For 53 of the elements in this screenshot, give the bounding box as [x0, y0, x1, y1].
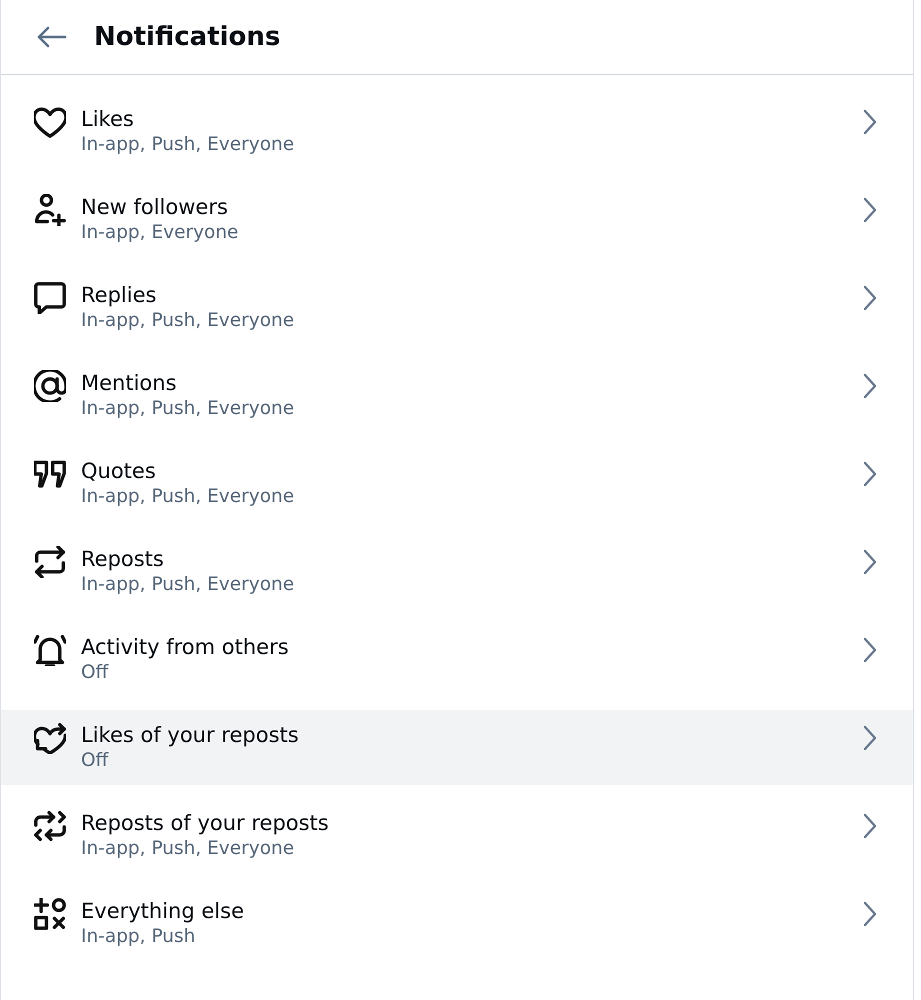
heart-icon [34, 106, 66, 138]
chevron-right-icon [863, 901, 877, 927]
notification-setting-item[interactable]: Likes of your reposts Off [1, 710, 913, 785]
chevron-right-icon [863, 373, 877, 399]
notification-setting-item[interactable]: New followers In-app, Everyone [1, 182, 913, 257]
setting-summary: In-app, Push, Everyone [81, 573, 296, 597]
chevron-right-icon [863, 461, 877, 487]
chevron-right-icon [863, 725, 877, 751]
chevron-right-icon [863, 637, 877, 663]
chevron-right-icon [863, 549, 877, 575]
setting-title: New followers [81, 194, 229, 220]
setting-summary: In-app, Push, Everyone [81, 485, 296, 509]
chevron-right-icon [863, 109, 877, 135]
setting-summary: In-app, Everyone [81, 221, 240, 245]
bell-icon [34, 634, 66, 666]
shapes-grid-icon [34, 898, 66, 930]
page-title: Notifications [94, 22, 280, 52]
notification-setting-item[interactable]: Quotes In-app, Push, Everyone [1, 446, 913, 521]
double-repost-icon [34, 810, 66, 842]
person-plus-icon [34, 194, 66, 226]
back-button[interactable] [37, 26, 67, 48]
chevron-right-icon [863, 813, 877, 839]
setting-title: Likes [81, 106, 135, 132]
chevron-right-icon [863, 285, 877, 311]
setting-title: Replies [81, 282, 158, 308]
chevron-right-icon [863, 197, 877, 223]
setting-title: Quotes [81, 458, 157, 484]
setting-summary: In-app, Push, Everyone [81, 133, 296, 157]
setting-title: Reposts [81, 546, 165, 572]
back-arrow-icon [37, 26, 67, 48]
quote-marks-icon [34, 458, 66, 490]
setting-title: Activity from others [81, 634, 290, 660]
setting-title: Reposts of your reposts [81, 810, 330, 836]
notification-setting-item[interactable]: Activity from others Off [1, 622, 913, 697]
setting-summary: Off [81, 661, 110, 685]
heart-arrows-icon [34, 722, 66, 754]
notification-setting-item[interactable]: Likes In-app, Push, Everyone [1, 94, 913, 169]
setting-summary: In-app, Push, Everyone [81, 309, 296, 333]
setting-title: Likes of your reposts [81, 722, 300, 748]
setting-summary: Off [81, 749, 110, 773]
speech-bubble-icon [34, 282, 66, 314]
at-sign-icon [34, 370, 66, 402]
setting-summary: In-app, Push, Everyone [81, 837, 296, 861]
setting-summary: In-app, Push, Everyone [81, 397, 296, 421]
notification-setting-item[interactable]: Mentions In-app, Push, Everyone [1, 358, 913, 433]
notification-setting-item[interactable]: Reposts In-app, Push, Everyone [1, 534, 913, 609]
notification-setting-item[interactable]: Reposts of your reposts In-app, Push, Everyone [1, 798, 913, 873]
notification-setting-item[interactable]: Replies In-app, Push, Everyone [1, 270, 913, 345]
notification-setting-item[interactable]: Everything else In-app, Push [1, 886, 913, 961]
setting-title: Everything else [81, 898, 245, 924]
setting-title: Mentions [81, 370, 178, 396]
repost-arrows-icon [34, 546, 66, 578]
setting-summary: In-app, Push [81, 925, 196, 949]
